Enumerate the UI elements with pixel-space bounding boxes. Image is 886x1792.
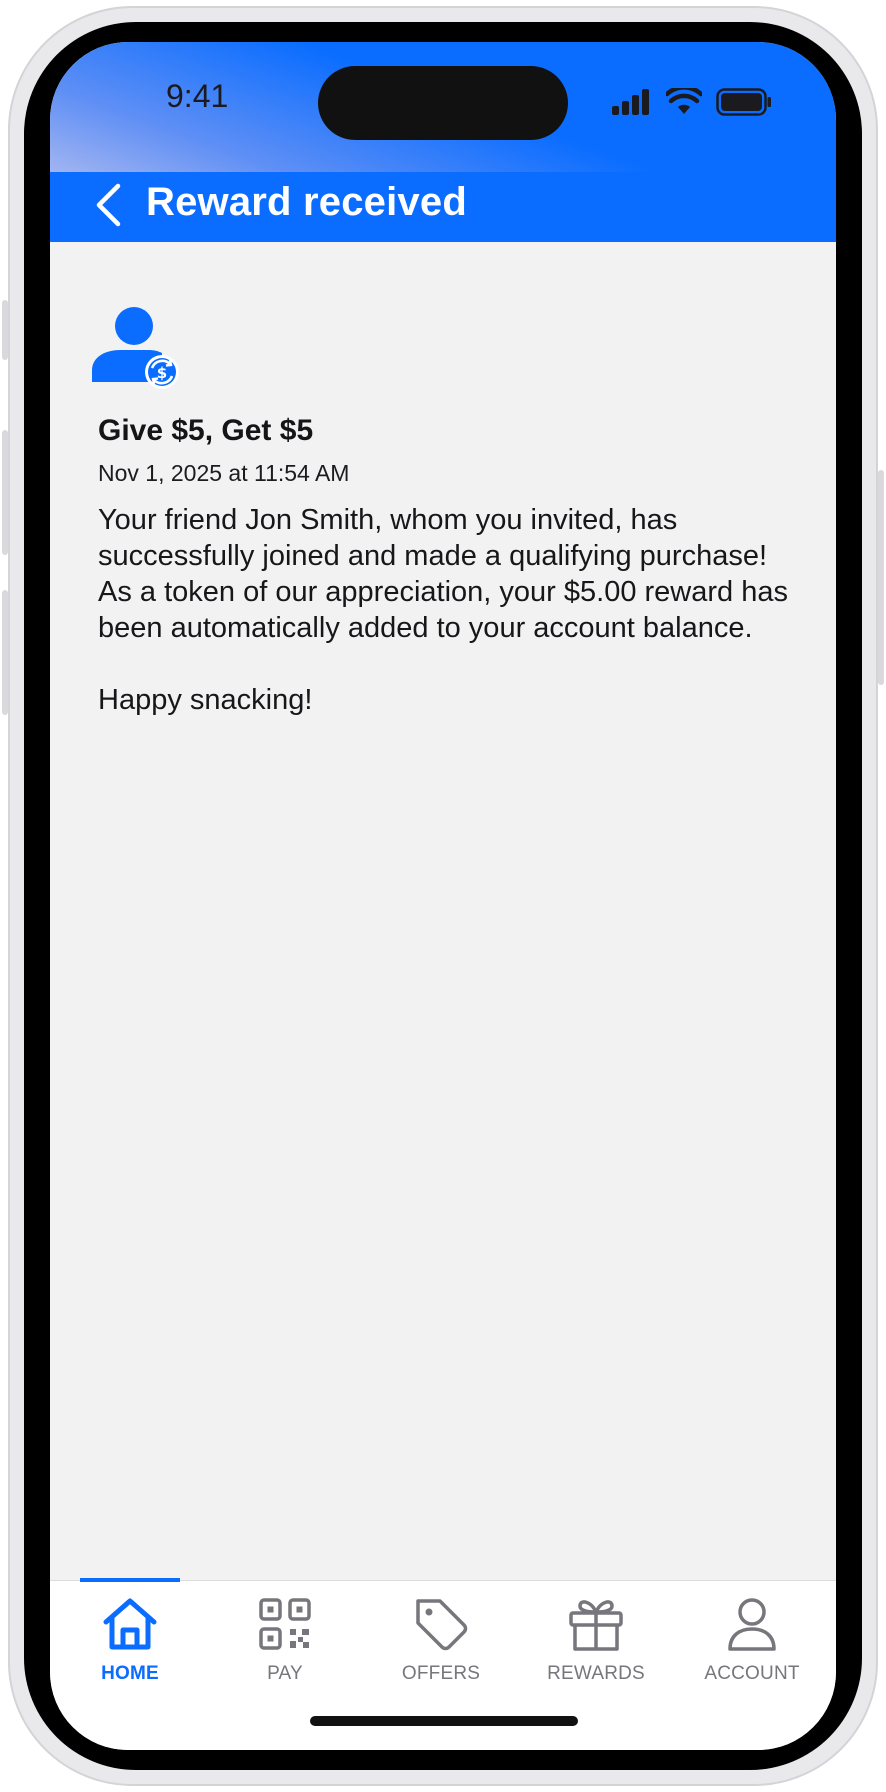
tab-offers-label: OFFERS — [401, 1663, 481, 1684]
notification-title: Give $5, Get $5 — [98, 414, 314, 447]
tab-offers[interactable]: OFFERS — [371, 1595, 511, 1695]
notification-body: Your friend Jon Smith, whom you invited,… — [98, 502, 798, 754]
svg-text:$: $ — [157, 364, 167, 382]
tab-account-label: ACCOUNT — [704, 1663, 800, 1684]
tab-home-label: HOME — [101, 1663, 159, 1684]
side-button-volume-up — [2, 430, 8, 555]
tab-account[interactable]: ACCOUNT — [682, 1595, 822, 1695]
active-tab-indicator — [80, 1578, 180, 1582]
back-button[interactable] — [86, 180, 130, 230]
status-icons — [612, 88, 772, 116]
notification-paragraph: Your friend Jon Smith, whom you invited,… — [98, 504, 788, 644]
tab-pay-label: PAY — [267, 1663, 303, 1684]
tab-pay[interactable]: PAY — [215, 1595, 355, 1695]
gift-icon — [569, 1600, 623, 1651]
notification-paragraph: Happy snacking! — [98, 684, 313, 716]
tab-rewards[interactable]: REWARDS — [526, 1595, 666, 1695]
notification-date: Nov 1, 2025 at 11:54 AM — [98, 460, 350, 486]
qr-code-icon — [259, 1598, 311, 1650]
tag-icon — [416, 1599, 468, 1651]
home-indicator — [310, 1716, 578, 1726]
app-screen: 9:41 Reward received $ Give $5, Get $5 N… — [50, 42, 836, 1750]
side-button-power — [878, 470, 884, 685]
cellular-signal-icon — [612, 89, 649, 115]
side-button-volume-down — [2, 590, 8, 715]
person-icon — [728, 1598, 776, 1651]
battery-icon — [716, 88, 771, 116]
status-time: 9:41 — [166, 78, 229, 114]
home-icon — [103, 1598, 157, 1650]
user-refresh-dollar-icon: $ — [92, 307, 179, 389]
chevron-left-icon — [96, 183, 121, 227]
tab-rewards-label: REWARDS — [547, 1663, 645, 1684]
tab-home[interactable]: HOME — [60, 1595, 200, 1695]
wifi-icon — [666, 88, 702, 114]
notification-detail: $ Give $5, Get $5 Nov 1, 2025 at 11:54 A… — [50, 242, 836, 1582]
page-title: Reward received — [146, 180, 467, 224]
dynamic-island — [318, 66, 568, 140]
side-button-action — [2, 300, 8, 360]
